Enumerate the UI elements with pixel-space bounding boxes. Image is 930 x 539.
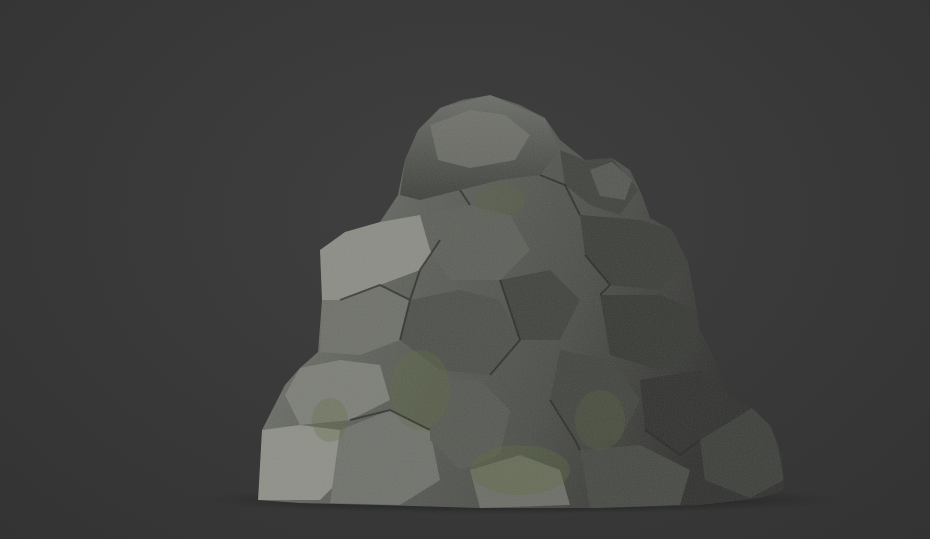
rock-render (190, 95, 850, 514)
rock-facets (258, 95, 784, 508)
render-viewport (0, 0, 930, 539)
